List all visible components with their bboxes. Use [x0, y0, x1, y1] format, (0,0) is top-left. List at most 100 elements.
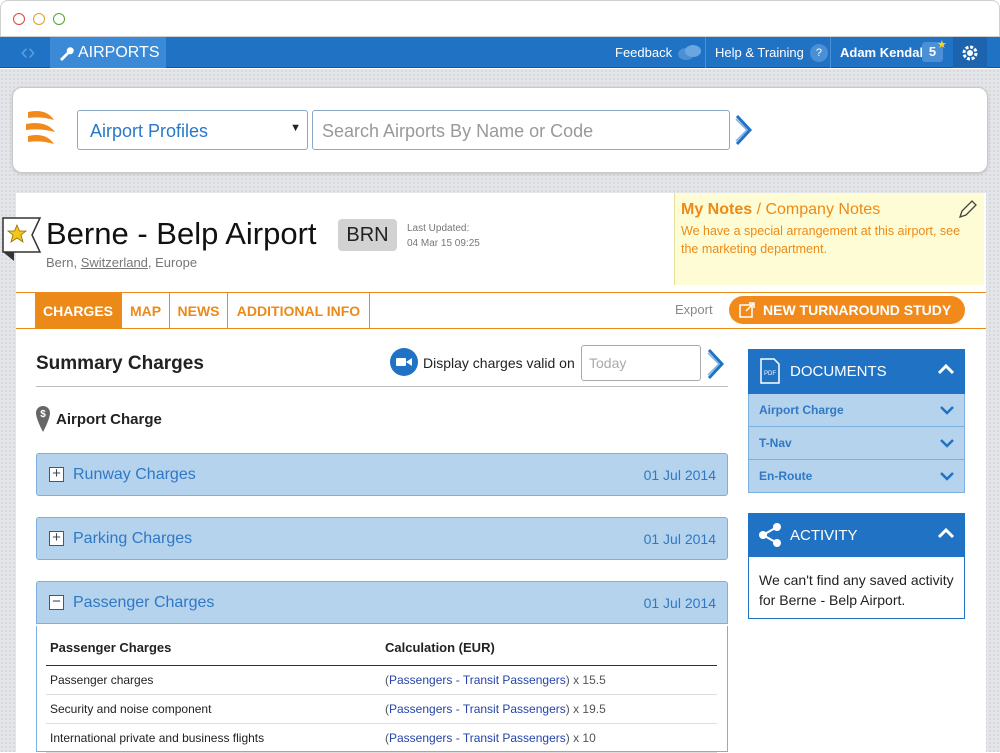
favorite-star-icon[interactable]	[2, 217, 44, 263]
activity-empty-message: We can't find any saved activity for Ber…	[748, 557, 965, 619]
tab-news[interactable]: NEWS	[170, 293, 228, 329]
accordion-date: 01 Jul 2014	[643, 467, 716, 483]
profile-type-select[interactable]: Airport Profiles ▼	[77, 110, 308, 150]
profile-type-value: Airport Profiles	[90, 121, 209, 141]
chevron-up-icon	[937, 363, 955, 375]
svg-text:$: $	[40, 409, 46, 420]
table-row: International private and business fligh…	[46, 724, 717, 753]
collapse-icon: −	[49, 594, 64, 610]
video-camera-icon[interactable]	[390, 348, 418, 376]
notes-separator: /	[752, 201, 766, 218]
new-turnaround-study-button[interactable]: NEW TURNAROUND STUDY	[729, 296, 965, 324]
documents-header[interactable]: PDF DOCUMENTS	[748, 349, 965, 394]
export-link[interactable]: Export	[675, 302, 713, 317]
user-name[interactable]: Adam Kendall	[840, 37, 927, 68]
divider	[830, 37, 831, 68]
charge-name: Passenger charges	[50, 673, 154, 687]
charge-calculation: (Passengers - Transit Passengers) x 19.5	[385, 702, 606, 716]
window-chrome	[0, 0, 1000, 37]
notes-panel[interactable]: My Notes / Company Notes We have a speci…	[674, 193, 984, 285]
chevron-down-icon	[940, 406, 954, 415]
tab-map[interactable]: MAP	[122, 293, 170, 329]
airport-name: Berne - Belp Airport	[46, 216, 317, 251]
company-notes-tab[interactable]: Company Notes	[765, 201, 880, 218]
airport-code-badge: BRN	[338, 219, 397, 251]
chevron-down-icon	[940, 439, 954, 448]
gear-icon	[962, 45, 978, 60]
external-link-icon	[739, 302, 755, 318]
share-icon	[759, 523, 781, 547]
settings-button[interactable]	[953, 37, 987, 68]
document-item-en-route[interactable]: En-Route	[748, 460, 965, 493]
notes-text: We have a special arrangement at this ai…	[681, 224, 961, 256]
display-charges-label: Display charges valid on	[423, 355, 575, 371]
last-updated: Last Updated: 04 Mar 15 09:25	[407, 221, 480, 251]
passengers-link[interactable]: Passengers - Transit Passengers	[389, 673, 566, 687]
dropdown-arrow-icon: ▼	[290, 122, 301, 134]
last-updated-value: 04 Mar 15 09:25	[407, 238, 480, 249]
passengers-link[interactable]: Passengers - Transit Passengers	[389, 702, 566, 716]
tab-additional-info[interactable]: ADDITIONAL INFO	[228, 293, 370, 329]
back-arrows-icon[interactable]: ‹›	[8, 41, 48, 65]
dollar-pin-icon: $	[36, 406, 50, 432]
runway-charges-accordion[interactable]: + Runway Charges 01 Jul 2014	[36, 453, 728, 496]
date-go-chevron-icon[interactable]	[705, 347, 729, 381]
region: , Europe	[147, 255, 198, 270]
airport-location: Bern, Switzerland, Europe	[46, 255, 197, 270]
app-name: AIRPORTS	[78, 43, 160, 61]
passenger-charges-accordion[interactable]: − Passenger Charges 01 Jul 2014	[36, 581, 728, 624]
tab-charges[interactable]: CHARGES	[35, 293, 122, 329]
column-header: Calculation (EUR)	[385, 640, 495, 655]
minimize-window-icon[interactable]	[33, 13, 45, 25]
charge-name: International private and business fligh…	[50, 731, 265, 745]
section-title: Airport Charge	[56, 410, 162, 428]
svg-text:PDF: PDF	[764, 371, 776, 377]
accordion-label: Runway Charges	[73, 466, 196, 483]
divider	[36, 386, 728, 387]
airport-search-input[interactable]: Search Airports By Name or Code	[312, 110, 730, 150]
accordion-label: Parking Charges	[73, 530, 193, 547]
document-label: Airport Charge	[759, 403, 844, 417]
accordion-date: 01 Jul 2014	[643, 595, 716, 611]
table-row: Passenger charges (Passengers - Transit …	[46, 666, 717, 695]
passengers-link[interactable]: Passengers - Transit Passengers	[389, 731, 566, 745]
chevron-down-icon	[940, 472, 954, 481]
expand-icon: +	[49, 530, 64, 546]
charges-date-input[interactable]: Today	[581, 345, 701, 381]
help-label: Help & Training	[715, 45, 804, 60]
charge-name: Security and noise component	[50, 702, 212, 716]
search-go-chevron-icon[interactable]	[733, 113, 757, 147]
maximize-window-icon[interactable]	[53, 13, 65, 25]
activity-header[interactable]: ACTIVITY	[748, 513, 965, 557]
speech-bubble-icon	[678, 44, 702, 60]
airport-charge-section: $ Airport Charge	[36, 406, 162, 432]
feedback-link[interactable]: Feedback	[615, 37, 702, 68]
activity-title: ACTIVITY	[790, 527, 858, 544]
expand-icon: +	[49, 466, 64, 482]
close-window-icon[interactable]	[13, 13, 25, 25]
multiplier: ) x 15.5	[565, 673, 606, 687]
document-item-airport-charge[interactable]: Airport Charge	[748, 394, 965, 427]
question-icon: ?	[809, 43, 828, 62]
star-icon: ★	[937, 39, 947, 51]
parking-charges-accordion[interactable]: + Parking Charges 01 Jul 2014	[36, 517, 728, 560]
pencil-icon[interactable]	[956, 199, 978, 221]
document-item-t-nav[interactable]: T-Nav	[748, 427, 965, 460]
app-tab-airports[interactable]: AIRPORTS	[50, 37, 166, 68]
last-updated-label: Last Updated:	[407, 223, 470, 234]
document-label: En-Route	[759, 469, 813, 483]
column-header: Passenger Charges	[50, 640, 172, 655]
new-study-label: NEW TURNAROUND STUDY	[763, 302, 952, 318]
charge-calculation: (Passengers - Transit Passengers) x 10	[385, 731, 596, 745]
documents-title: DOCUMENTS	[790, 363, 887, 380]
divider	[705, 37, 706, 68]
my-notes-tab[interactable]: My Notes	[681, 201, 752, 218]
accordion-label: Passenger Charges	[73, 594, 215, 611]
table-row: Security and noise component (Passengers…	[46, 695, 717, 724]
country-link[interactable]: Switzerland	[81, 255, 148, 270]
chevron-up-icon	[937, 527, 955, 539]
help-training-link[interactable]: Help & Training ?	[715, 37, 828, 68]
summary-title: Summary Charges	[36, 353, 204, 374]
document-label: T-Nav	[759, 436, 792, 450]
feedback-label: Feedback	[615, 45, 673, 60]
